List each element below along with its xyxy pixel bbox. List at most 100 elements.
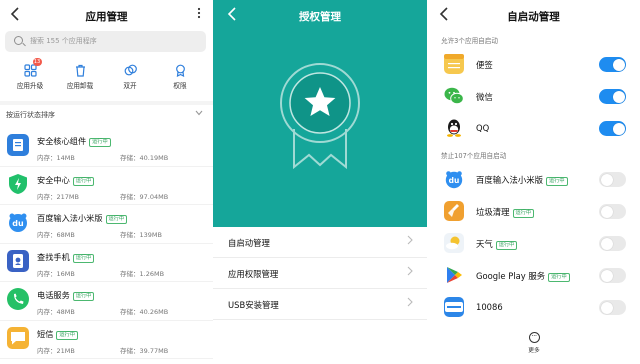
sort-selector[interactable]: 按运行状态排序 xyxy=(0,106,213,124)
app-name: 百度输入法小米版 xyxy=(37,213,103,223)
allowed-section-label: 允许3个应用自启动 xyxy=(441,37,498,45)
section-divider xyxy=(0,101,213,105)
autostart-toggle[interactable] xyxy=(599,89,626,104)
menu-label: 自启动管理 xyxy=(228,238,270,248)
search-placeholder: 搜索 155 个应用程序 xyxy=(30,37,97,45)
autostart-toggle[interactable] xyxy=(599,204,626,219)
chevron-right-icon xyxy=(407,297,413,310)
autostart-toggle[interactable] xyxy=(599,268,626,283)
memory-usage: 内存：68MB xyxy=(37,231,75,239)
autostart-toggle[interactable] xyxy=(599,57,626,72)
autostart-row-wechat: 微信 xyxy=(427,80,640,112)
page-title: 应用管理 xyxy=(85,11,128,23)
app-name: 微信 xyxy=(476,92,493,102)
baidu-input-icon: du xyxy=(7,211,29,233)
autostart-toggle[interactable] xyxy=(599,236,626,251)
svg-text:du: du xyxy=(12,219,24,228)
storage-usage: 存储：139MB xyxy=(120,231,162,239)
dual-app-button[interactable]: 双开 xyxy=(109,62,151,90)
find-phone-icon xyxy=(7,249,29,272)
app-name: QQ xyxy=(476,123,490,133)
more-label: 更多 xyxy=(528,348,540,354)
app-name: Google Play 服务 xyxy=(476,271,546,281)
storage-usage: 存储：39.77MB xyxy=(120,346,169,355)
security-core-icon xyxy=(7,134,29,156)
permission-button[interactable]: 权限 xyxy=(159,62,201,90)
list-item[interactable]: 电话服务 运行中 内存：48MB 存储：40.26MB xyxy=(0,282,213,321)
running-badge: 运行中 xyxy=(546,177,568,186)
upgrade-count-badge: 13 xyxy=(32,58,42,66)
autostart-row-cleaner: 垃圾清理 运行中 xyxy=(427,195,640,227)
trash-icon xyxy=(74,62,87,77)
toggle-knob xyxy=(612,90,625,103)
tool-label: 应用升级 xyxy=(16,82,44,90)
app-name: 安全核心组件 xyxy=(37,136,87,146)
app-manager-screen: 应用管理 搜索 155 个应用程序 13 应用升级 应用卸载 双开 权限 按运行… xyxy=(0,0,213,364)
more-button[interactable]: 更多 xyxy=(517,331,551,354)
star-badge-icon xyxy=(276,63,364,171)
running-badge: 运行中 xyxy=(56,330,78,340)
toggle-knob xyxy=(600,173,613,186)
running-badge: 运行中 xyxy=(89,138,111,147)
autostart-management-item[interactable]: 自启动管理 xyxy=(213,227,427,258)
app-name: 查找手机 xyxy=(37,251,70,262)
running-badge: 运行中 xyxy=(105,215,128,224)
dual-app-icon xyxy=(124,62,137,76)
app-name: 便签 xyxy=(476,60,493,70)
memory-usage: 内存：16MB xyxy=(37,269,75,278)
page-title: 授权管理 xyxy=(299,11,341,23)
list-item[interactable]: du 百度输入法小米版 运行中 内存：68MB 存储：139MB xyxy=(0,205,213,244)
autostart-toggle[interactable] xyxy=(599,300,626,315)
authorization-screen: 授权管理 自启动管理 应用权限管理 USB安装管理 xyxy=(213,0,427,364)
autostart-toggle[interactable] xyxy=(599,121,626,136)
list-item[interactable]: 安全中心 运行中 内存：217MB 存储：97.04MB xyxy=(0,167,213,205)
search-input[interactable]: 搜索 155 个应用程序 xyxy=(5,31,206,52)
sort-label: 按运行状态排序 xyxy=(6,111,55,119)
app-upgrade-button[interactable]: 13 应用升级 xyxy=(9,58,51,90)
autostart-row-notes: 便签 xyxy=(427,48,640,80)
running-badge: 运行中 xyxy=(512,209,535,218)
autostart-toggle[interactable] xyxy=(599,172,626,187)
notes-icon xyxy=(444,54,464,74)
autostart-row-weather: 天气 运行中 xyxy=(427,227,640,259)
app-name: 天气 xyxy=(476,239,493,249)
google-play-icon xyxy=(444,265,464,285)
memory-usage: 内存：21MB xyxy=(37,346,75,355)
app-name: 百度输入法小米版 xyxy=(476,175,543,185)
app-manager-header: 应用管理 xyxy=(0,0,213,32)
more-circle-icon xyxy=(528,331,540,343)
toggle-knob xyxy=(600,205,613,218)
more-vertical-icon[interactable] xyxy=(197,7,201,25)
usb-install-management-item[interactable]: USB安装管理 xyxy=(213,289,427,320)
memory-usage: 内存：48MB xyxy=(37,308,75,316)
authorization-menu: 自启动管理 应用权限管理 USB安装管理 xyxy=(213,227,427,320)
autostart-row-10086: 10086 xyxy=(427,291,640,323)
chevron-right-icon xyxy=(407,266,413,279)
storage-usage: 存储：97.04MB xyxy=(120,192,169,201)
autostart-row-google-play-services: Google Play 服务 运行中 xyxy=(427,259,640,291)
menu-label: 应用权限管理 xyxy=(228,269,279,279)
storage-usage: 存储：40.19MB xyxy=(120,154,169,162)
sms-icon xyxy=(7,326,29,349)
toggle-knob xyxy=(600,237,613,250)
autostart-header: 自启动管理 xyxy=(427,0,640,32)
autostart-row-baidu-input: du 百度输入法小米版 运行中 xyxy=(427,163,640,195)
toggle-knob xyxy=(600,301,613,314)
denied-section-label: 禁止107个应用自启动 xyxy=(441,152,507,160)
running-badge: 运行中 xyxy=(72,176,95,186)
running-badge: 运行中 xyxy=(72,292,95,301)
app-permission-management-item[interactable]: 应用权限管理 xyxy=(213,258,427,289)
list-item[interactable]: 短信 运行中 内存：21MB 存储：39.77MB xyxy=(0,321,213,359)
list-item[interactable]: 安全核心组件 运行中 内存：14MB 存储：40.19MB xyxy=(0,128,213,167)
app-name: 安全中心 xyxy=(37,174,70,185)
toggle-knob xyxy=(612,122,625,135)
china-mobile-10086-icon xyxy=(444,297,464,317)
app-uninstall-button[interactable]: 应用卸载 xyxy=(59,62,101,90)
storage-usage: 存储：1.26MB xyxy=(120,269,165,278)
security-center-icon xyxy=(7,173,29,195)
baidu-input-icon: du xyxy=(444,169,464,189)
tool-label: 应用卸载 xyxy=(66,82,94,90)
list-item[interactable]: 查找手机 运行中 内存：16MB 存储：1.26MB xyxy=(0,244,213,282)
running-badge: 运行中 xyxy=(495,241,518,250)
app-upgrade-icon: 13 xyxy=(23,58,42,77)
